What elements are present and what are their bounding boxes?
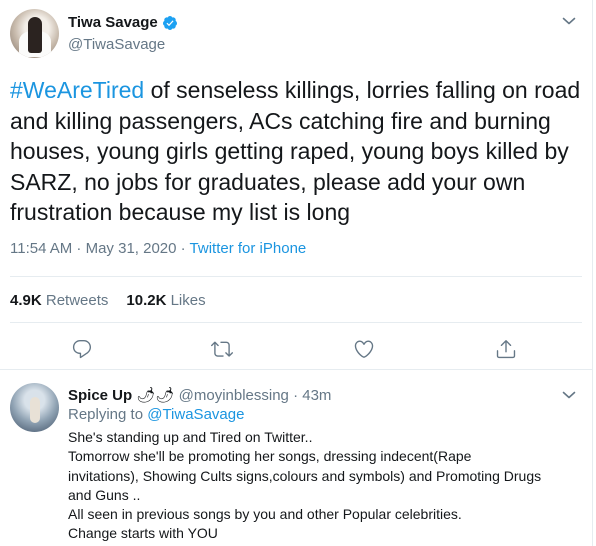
author-handle[interactable]: @TiwaSavage	[68, 36, 165, 53]
reply-author-name[interactable]: Spice Up	[68, 387, 132, 404]
avatar-figure	[28, 17, 42, 53]
likes-count[interactable]: 10.2K	[126, 292, 166, 309]
likes-label[interactable]: Likes	[171, 292, 206, 309]
reply-author-handle[interactable]: @moyinblessing	[179, 387, 289, 404]
reply-tweet[interactable]: Spice Up 🌶🌶 @moyinblessing · 43m Replyin…	[0, 370, 592, 546]
divider	[10, 276, 582, 277]
divider	[10, 322, 582, 323]
reply-button[interactable]	[71, 338, 93, 360]
timeline-border	[592, 0, 593, 546]
retweets-count[interactable]: 4.9K	[10, 292, 42, 309]
reply-avatar[interactable]	[10, 383, 59, 432]
replying-to: Replying to @TiwaSavage	[68, 406, 244, 423]
reply-header: Spice Up 🌶🌶 @moyinblessing · 43m	[68, 386, 331, 404]
reply-line: Change starts with YOU	[68, 525, 218, 542]
chevron-down-icon[interactable]	[562, 16, 576, 26]
hashtag-link[interactable]: #WeAreTired	[10, 77, 144, 103]
avatar[interactable]	[10, 9, 59, 58]
reply-icon	[72, 340, 92, 359]
main-tweet: Tiwa Savage @TiwaSavage #WeAreTired of s…	[0, 0, 592, 370]
replying-to-handle[interactable]: @TiwaSavage	[147, 406, 244, 423]
tweet-stats: 4.9K Retweets 10.2K Likes	[10, 292, 206, 309]
reply-timestamp[interactable]: · 43m	[289, 387, 331, 404]
share-button[interactable]	[495, 338, 517, 360]
reply-line: Tomorrow she'll be promoting her songs, …	[68, 448, 472, 465]
tweet-timestamp[interactable]: 11:54 AM · May 31, 2020 ·	[10, 240, 190, 257]
verified-badge-icon	[162, 16, 177, 30]
reply-line: She's standing up and Tired on Twitter..	[68, 429, 313, 445]
retweet-button[interactable]	[211, 338, 233, 360]
tweet-source[interactable]: Twitter for iPhone	[190, 240, 307, 257]
reply-line: All seen in previous songs by you and ot…	[68, 506, 462, 523]
tweet-text: #WeAreTired of senseless killings, lorri…	[10, 75, 590, 228]
retweets-label[interactable]: Retweets	[46, 292, 109, 309]
heart-icon	[354, 340, 374, 358]
chevron-down-icon[interactable]	[562, 390, 576, 400]
reply-line: and Guns ..	[68, 486, 141, 503]
reply-text: She's standing up and Tired on Twitter..…	[68, 428, 588, 544]
replying-prefix: Replying to	[68, 406, 148, 423]
reply-avatar-figure	[30, 397, 40, 423]
author-name[interactable]: Tiwa Savage	[68, 14, 158, 31]
reply-author-emoji: 🌶🌶	[136, 387, 175, 404]
reply-line: invitations), Showing Cults signs,colour…	[68, 467, 542, 484]
retweet-icon	[211, 341, 233, 357]
tweet-meta: 11:54 AM · May 31, 2020 · Twitter for iP…	[10, 240, 306, 257]
share-icon	[496, 340, 516, 359]
like-button[interactable]	[353, 338, 375, 360]
